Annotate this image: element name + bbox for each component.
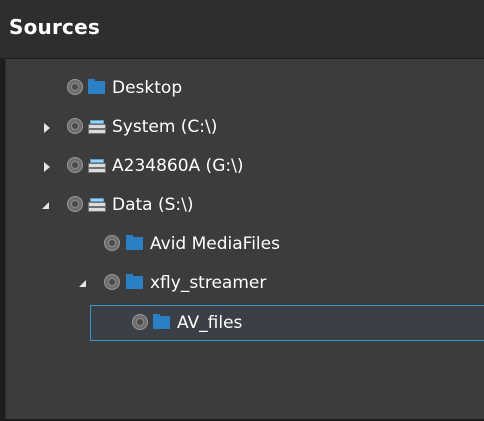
sources-panel: Sources Desktop System (C:\) A234860A (G… [0, 0, 484, 421]
folder-icon [88, 79, 105, 94]
radio-icon[interactable] [67, 157, 83, 173]
radio-icon[interactable] [132, 314, 148, 330]
radio-icon[interactable] [67, 118, 83, 134]
drive-icon [88, 120, 106, 134]
tree-item-label: Avid MediaFiles [150, 234, 280, 254]
drive-icon [88, 159, 106, 173]
tree-item-data-s[interactable]: Data (S:\) [6, 187, 484, 225]
tree-item-a234860a-g[interactable]: A234860A (G:\) [6, 148, 484, 186]
folder-icon [126, 235, 143, 250]
radio-icon[interactable] [104, 274, 120, 290]
tree-item-xfly-streamer[interactable]: xfly_streamer [6, 265, 484, 303]
folder-icon [126, 274, 143, 289]
radio-icon[interactable] [104, 235, 120, 251]
tree-item-label: A234860A (G:\) [112, 156, 244, 176]
tree-item-av-files[interactable]: AV_files [6, 305, 484, 343]
source-tree[interactable]: Desktop System (C:\) A234860A (G:\) Data… [5, 58, 484, 419]
tree-item-label: AV_files [177, 313, 243, 333]
tree-item-desktop[interactable]: Desktop [6, 70, 484, 108]
collapse-arrow-icon[interactable] [77, 277, 91, 291]
panel-title: Sources [9, 15, 100, 39]
tree-item-label: System (C:\) [112, 117, 218, 137]
tree-item-label: Data (S:\) [112, 195, 194, 215]
tree-item-system-c[interactable]: System (C:\) [6, 109, 484, 147]
expand-arrow-icon[interactable] [41, 121, 55, 135]
radio-icon[interactable] [67, 79, 83, 95]
tree-item-label: Desktop [112, 78, 183, 98]
collapse-arrow-icon[interactable] [40, 199, 54, 213]
tree-item-avid-mediafiles[interactable]: Avid MediaFiles [6, 226, 484, 264]
expand-arrow-icon[interactable] [41, 160, 55, 174]
panel-header: Sources [0, 0, 484, 58]
tree-item-label: xfly_streamer [150, 273, 267, 293]
folder-icon [153, 314, 170, 329]
drive-icon [88, 198, 106, 212]
radio-icon[interactable] [67, 196, 83, 212]
selection-highlight [90, 305, 484, 341]
